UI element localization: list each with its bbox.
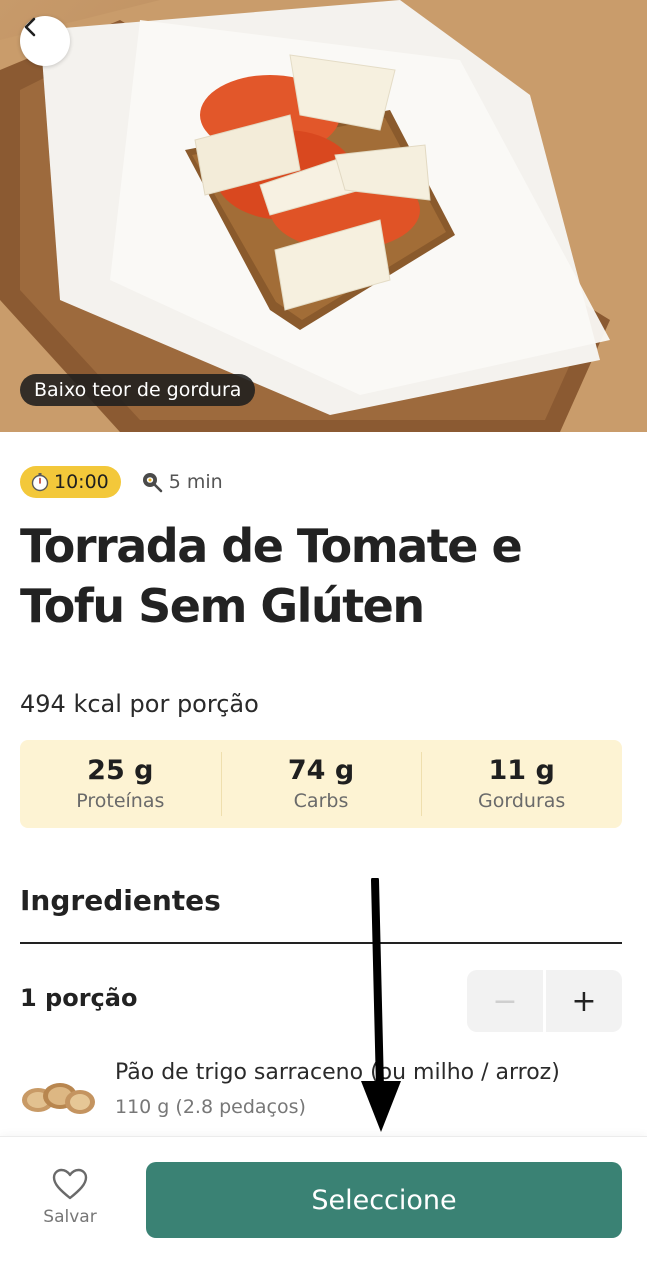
ingredient-item[interactable]: Pão de trigo sarraceno (ou milho / arroz… <box>20 1056 622 1136</box>
cooking-pan-icon <box>142 472 163 492</box>
section-divider <box>20 942 622 944</box>
time-value: 10:00 <box>54 470 109 493</box>
macro-label: Gorduras <box>478 790 566 812</box>
ingredients-heading: Ingredientes <box>20 884 221 917</box>
ingredient-name: Pão de trigo sarraceno (ou milho / arroz… <box>115 1060 560 1085</box>
bottom-action-bar: Salvar Seleccione <box>0 1136 647 1280</box>
macro-value: 74 g <box>287 755 355 786</box>
macro-fat: 11 g Gorduras <box>421 740 622 828</box>
ingredient-quantity: 110 g (2.8 pedaços) <box>115 1096 306 1118</box>
macro-value: 25 g <box>87 755 154 786</box>
select-recipe-button[interactable]: Seleccione <box>146 1162 622 1238</box>
back-button[interactable] <box>20 16 70 66</box>
macro-label: Carbs <box>293 790 349 812</box>
annotation-arrow <box>361 878 401 1132</box>
time-badge: 10:00 <box>20 465 121 498</box>
recipe-meta: 10:00 5 min <box>20 465 223 498</box>
servings-label: 1 porção <box>20 984 138 1012</box>
macro-value: 11 g <box>488 755 555 786</box>
servings-stepper: − + <box>467 970 622 1032</box>
macros-panel: 25 g Proteínas 74 g Carbs 11 g Gorduras <box>20 740 622 828</box>
increase-servings-button[interactable]: + <box>546 970 622 1032</box>
chevron-left-icon <box>24 17 36 37</box>
prep-value: 5 min <box>168 470 223 493</box>
stopwatch-icon <box>31 472 49 491</box>
macro-carbs: 74 g Carbs <box>220 740 422 828</box>
recipe-page: Baixo teor de gordura 10:00 5 min Torrad… <box>0 0 647 1280</box>
recipe-title: Torrada de Tomate e Tofu Sem Glúten <box>20 519 523 633</box>
heart-icon <box>52 1168 88 1200</box>
calories-per-serving: 494 kcal por porção <box>20 690 259 718</box>
recipe-hero-image: Baixo teor de gordura <box>0 0 647 432</box>
diet-tag: Baixo teor de gordura <box>20 374 256 406</box>
buckwheat-bread-icon <box>22 1083 95 1114</box>
toast-photo <box>0 0 647 432</box>
save-label: Salvar <box>43 1207 97 1227</box>
macro-label: Proteínas <box>76 790 165 812</box>
decrease-servings-button[interactable]: − <box>467 970 543 1032</box>
prep-time: 5 min <box>141 471 223 493</box>
save-button[interactable]: Salvar <box>32 1167 108 1237</box>
macro-protein: 25 g Proteínas <box>20 740 221 828</box>
